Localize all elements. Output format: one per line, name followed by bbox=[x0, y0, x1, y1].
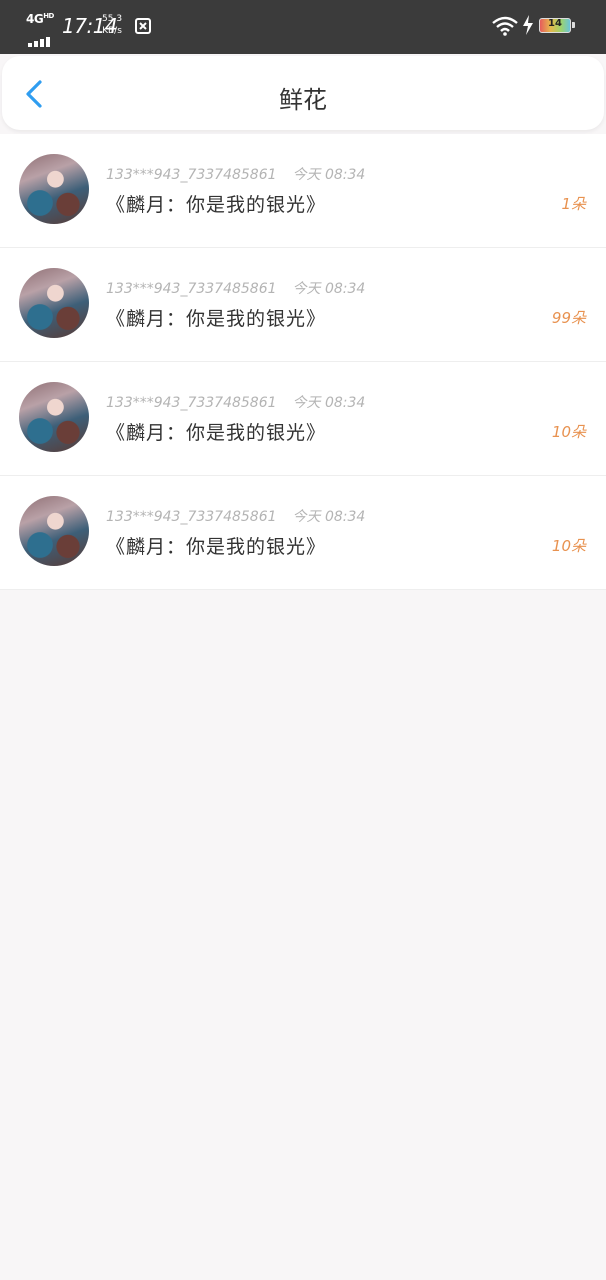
page-title: 鲜花 bbox=[279, 86, 327, 114]
item-message: 《麟月：你是我的银光》 bbox=[106, 536, 327, 558]
speed-unit: KB/s bbox=[102, 26, 122, 36]
list-item[interactable]: 133***943_7337485861 今天 08:34 《麟月：你是我的银光》… bbox=[0, 134, 606, 248]
item-message: 《麟月：你是我的银光》 bbox=[106, 308, 327, 330]
network-type: 4GHD bbox=[26, 12, 54, 26]
notification-icon bbox=[134, 17, 152, 35]
user-id: 133***943_7337485861 bbox=[106, 509, 277, 525]
avatar[interactable] bbox=[19, 382, 89, 452]
user-id: 133***943_7337485861 bbox=[106, 395, 277, 411]
flower-count: 10朵 bbox=[551, 423, 586, 441]
avatar[interactable] bbox=[19, 154, 89, 224]
item-message: 《麟月：你是我的银光》 bbox=[106, 194, 327, 216]
user-id: 133***943_7337485861 bbox=[106, 281, 277, 297]
item-meta: 133***943_7337485861 今天 08:34 bbox=[106, 164, 365, 184]
item-time: 今天 08:34 bbox=[292, 395, 366, 411]
flower-count: 10朵 bbox=[551, 537, 586, 555]
item-meta: 133***943_7337485861 今天 08:34 bbox=[106, 392, 365, 412]
wifi-icon bbox=[492, 16, 518, 40]
avatar[interactable] bbox=[19, 496, 89, 566]
signal-icon: 4GHD bbox=[26, 12, 56, 47]
user-id: 133***943_7337485861 bbox=[106, 167, 277, 183]
item-time: 今天 08:34 bbox=[292, 509, 366, 525]
item-meta: 133***943_7337485861 今天 08:34 bbox=[106, 506, 365, 526]
item-time: 今天 08:34 bbox=[292, 281, 366, 297]
avatar[interactable] bbox=[19, 268, 89, 338]
list-item[interactable]: 133***943_7337485861 今天 08:34 《麟月：你是我的银光》… bbox=[0, 248, 606, 362]
list-item[interactable]: 133***943_7337485861 今天 08:34 《麟月：你是我的银光》… bbox=[0, 362, 606, 476]
charging-icon bbox=[522, 15, 534, 39]
status-bar: 4GHD 17:14 55.3 KB/s 14 bbox=[0, 0, 606, 54]
flower-count: 1朵 bbox=[561, 195, 586, 213]
speed-value: 55.3 bbox=[102, 14, 123, 24]
battery-icon: 14 bbox=[539, 18, 575, 33]
list-item[interactable]: 133***943_7337485861 今天 08:34 《麟月：你是我的银光》… bbox=[0, 476, 606, 590]
flower-list: 133***943_7337485861 今天 08:34 《麟月：你是我的银光》… bbox=[0, 134, 606, 590]
network-speed: 55.3 KB/s bbox=[102, 13, 122, 37]
battery-level: 14 bbox=[548, 18, 562, 29]
item-time: 今天 08:34 bbox=[292, 167, 366, 183]
item-message: 《麟月：你是我的银光》 bbox=[106, 422, 327, 444]
flower-count: 99朵 bbox=[551, 309, 586, 327]
nav-bar: 鲜花 bbox=[2, 56, 604, 130]
item-meta: 133***943_7337485861 今天 08:34 bbox=[106, 278, 365, 298]
